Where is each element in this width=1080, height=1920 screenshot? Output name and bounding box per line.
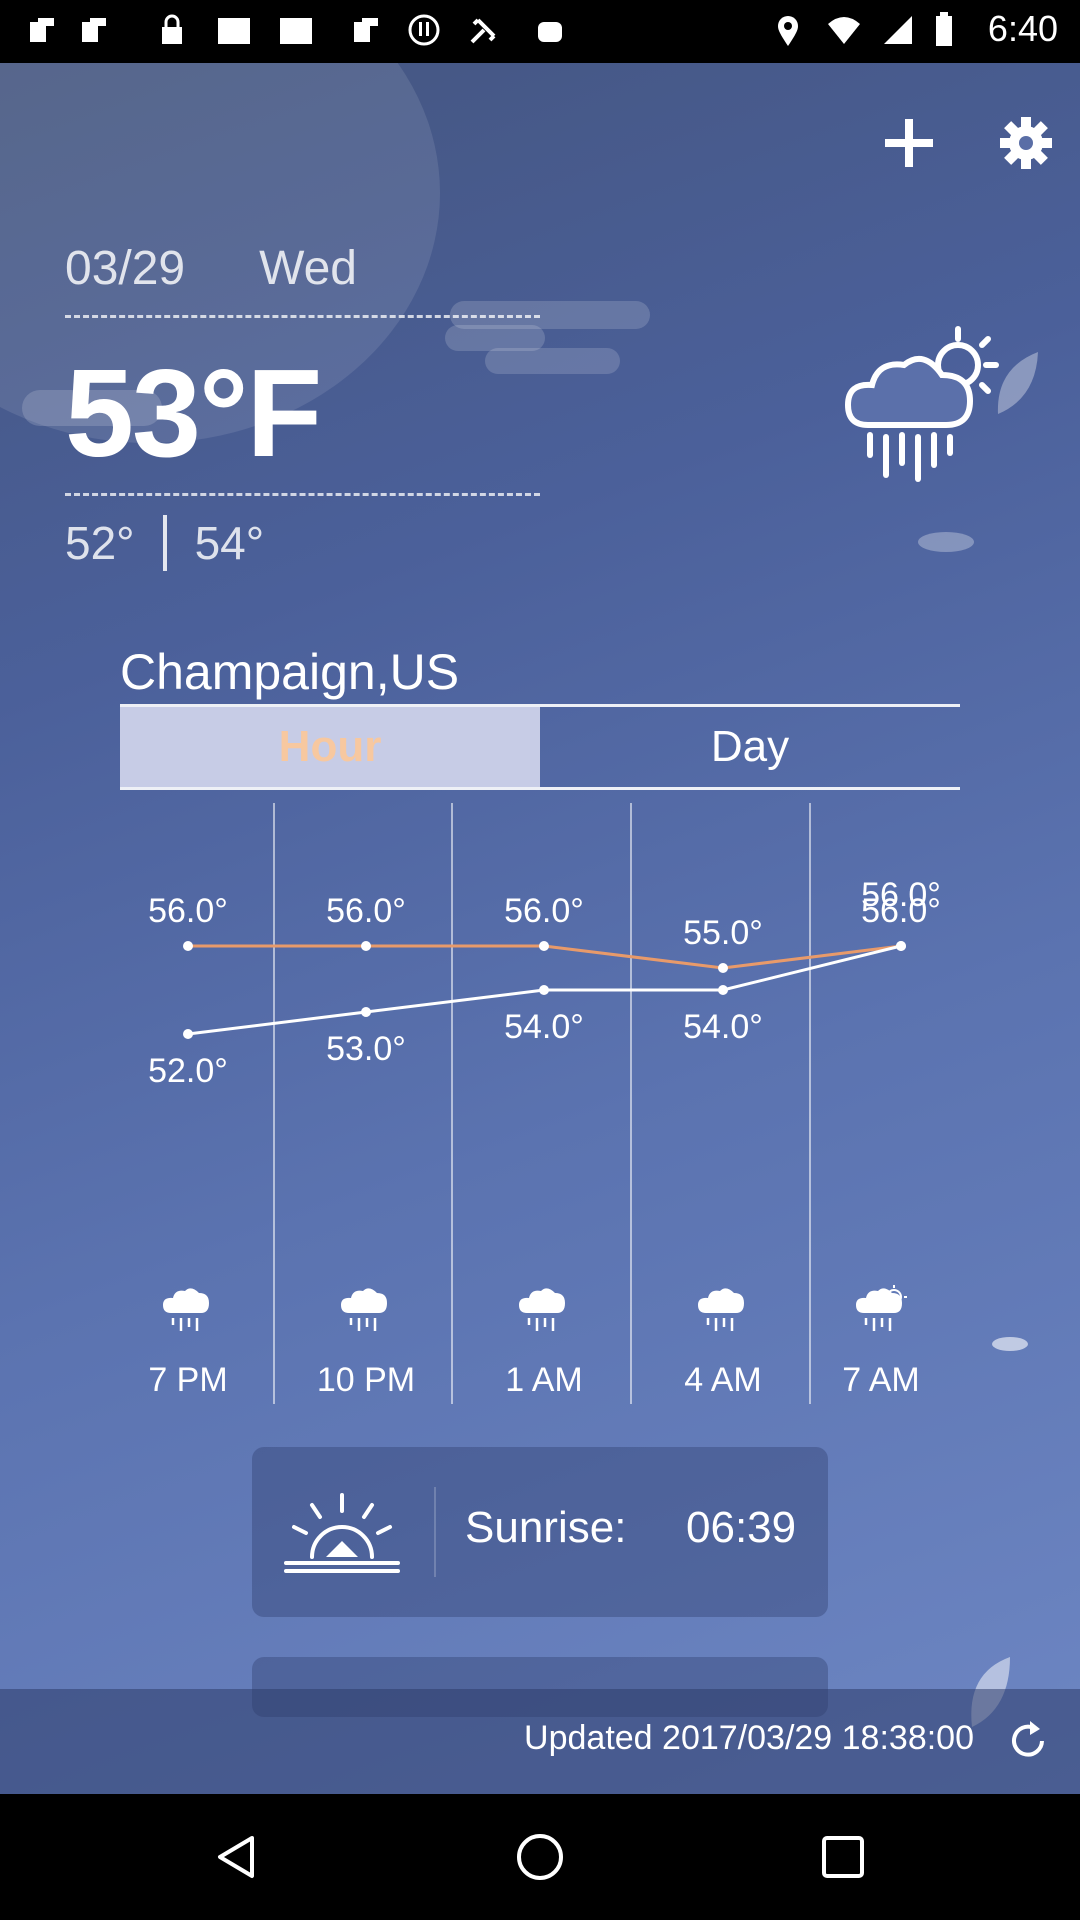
low-temperature-point	[183, 1029, 193, 1039]
rain-cloud-icon	[698, 1288, 744, 1331]
notification-icon	[354, 18, 378, 42]
refresh-icon[interactable]	[1006, 1719, 1050, 1763]
low-temperature-point	[361, 1007, 371, 1017]
satellite-icon	[470, 18, 496, 44]
wifi-icon	[828, 17, 860, 44]
hour-label: 7 AM	[842, 1361, 920, 1399]
notification-icon	[82, 18, 106, 42]
low-temperature-point	[896, 941, 906, 951]
back-button[interactable]	[212, 1832, 262, 1882]
home-button[interactable]	[515, 1832, 565, 1882]
hour-label: 7 PM	[148, 1361, 228, 1399]
low-temperature-label: 53.0°	[326, 1030, 406, 1068]
weather-app: 03/29 Wed 53°F 52° 54° Champaign,US Hour …	[0, 63, 1080, 1794]
high-temperature-point	[718, 963, 728, 973]
notification-icon	[30, 18, 54, 42]
rain-cloud-icon	[163, 1288, 209, 1331]
hour-label: 1 AM	[505, 1361, 583, 1399]
location-icon	[778, 16, 798, 46]
low-temperature-label: 54.0°	[504, 1008, 584, 1046]
sunrise-card: Sunrise: 06:39	[252, 1447, 828, 1617]
low-temperature-point	[718, 985, 728, 995]
sunrise-icon	[284, 1493, 400, 1573]
high-temperature-label: 56.0°	[326, 892, 406, 930]
rain-sun-cloud-icon	[856, 1285, 907, 1331]
download-icon	[408, 14, 440, 46]
status-time: 6:40	[987, 8, 1058, 49]
status-bar: 6:40	[0, 0, 1080, 63]
high-temperature-point	[539, 941, 549, 951]
high-temperature-label: 56.0°	[148, 892, 228, 930]
android-icon	[538, 22, 562, 42]
sunrise-label: Sunrise:	[465, 1503, 627, 1552]
card-divider	[434, 1487, 436, 1577]
high-temperature-point	[183, 941, 193, 951]
navigation-bar	[0, 1794, 1080, 1920]
hour-label: 4 AM	[684, 1361, 762, 1399]
hour-label: 10 PM	[316, 1361, 416, 1399]
high-temperature-label: 56.0°	[504, 892, 584, 930]
recents-button[interactable]	[818, 1832, 868, 1882]
low-temperature-label: 52.0°	[148, 1052, 228, 1090]
image-icon	[280, 18, 312, 44]
high-temperature-point	[361, 941, 371, 951]
low-temperature-label: 54.0°	[683, 1008, 763, 1046]
rain-cloud-icon	[519, 1288, 565, 1331]
rain-cloud-icon	[341, 1288, 387, 1331]
low-temperature-point	[539, 985, 549, 995]
image-icon	[218, 18, 250, 44]
updated-timestamp: Updated 2017/03/29 18:38:00	[524, 1719, 974, 1757]
sunrise-time: 06:39	[686, 1503, 797, 1552]
low-temperature-label: 56.0°	[861, 876, 941, 914]
battery-icon	[936, 12, 952, 46]
lock-icon	[162, 14, 182, 44]
footer-bar: Updated 2017/03/29 18:38:00	[0, 1689, 1080, 1794]
high-temperature-label: 55.0°	[683, 914, 763, 952]
signal-icon	[884, 16, 912, 44]
